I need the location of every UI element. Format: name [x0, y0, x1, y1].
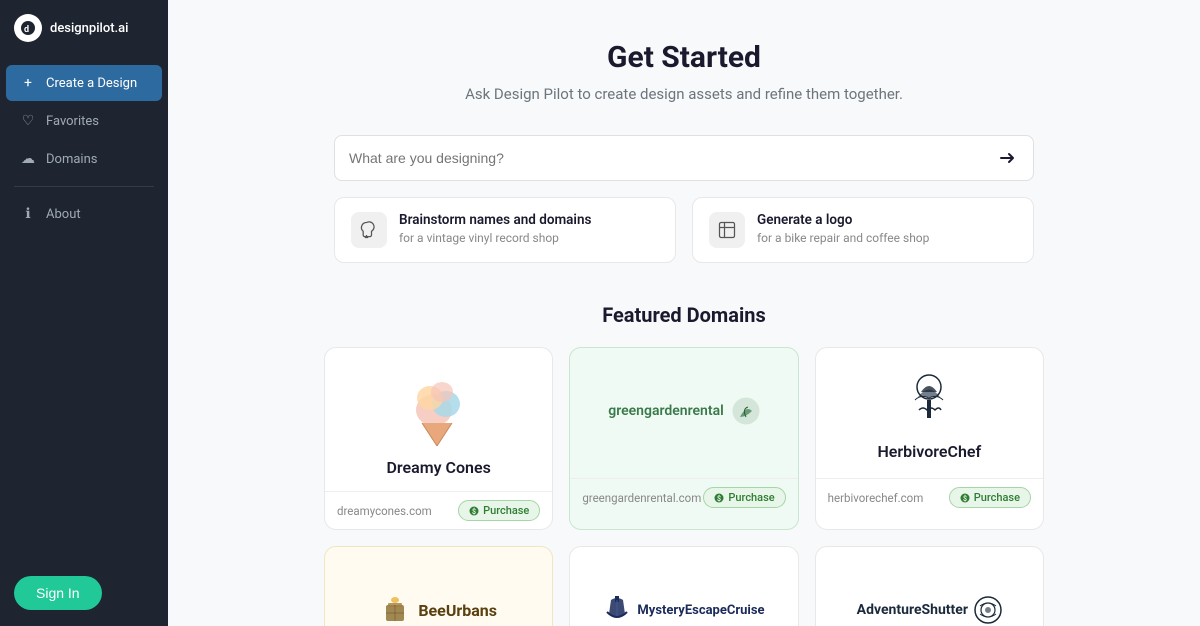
green-garden-url: greengardenrental.com: [582, 491, 701, 505]
heart-icon: ♡: [20, 113, 36, 129]
hero-subtitle: Ask Design Pilot to create design assets…: [228, 85, 1140, 103]
sidebar-divider: [14, 186, 154, 187]
sidebar-item-favorites[interactable]: ♡ Favorites: [6, 103, 162, 139]
info-icon: ℹ: [20, 206, 36, 222]
search-input[interactable]: [349, 150, 995, 166]
herbivore-chef-logo: [899, 372, 959, 432]
prompt-card-generate-logo[interactable]: Generate a logo for a bike repair and co…: [692, 197, 1034, 263]
sidebar-item-create-design[interactable]: + Create a Design: [6, 65, 162, 101]
domain-card-dreamy-cones[interactable]: Dreamy Cones dreamycones.com $ Purchase: [324, 347, 553, 530]
svg-text:$: $: [472, 508, 476, 516]
brainstorm-title: Brainstorm names and domains: [399, 212, 591, 228]
logo-icon-prompt: [709, 212, 745, 248]
green-garden-purchase[interactable]: $ Purchase: [703, 487, 785, 508]
sidebar: d designpilot.ai + Create a Design ♡ Fav…: [0, 0, 168, 626]
svg-text:$: $: [717, 495, 721, 503]
featured-domains-title: Featured Domains: [324, 303, 1044, 327]
svg-text:$: $: [963, 495, 967, 503]
mystery-cruise-logo: MysteryEscapeCruise: [603, 594, 764, 626]
dreamy-cones-footer: dreamycones.com $ Purchase: [325, 491, 552, 529]
sidebar-item-label: Create a Design: [46, 76, 137, 91]
adventure-shutter-body: AdventureShutter: [816, 547, 1043, 626]
herbivore-chef-footer: herbivorechef.com $ Purchase: [816, 478, 1043, 516]
sidebar-logo[interactable]: d designpilot.ai: [0, 0, 168, 56]
herbivore-chef-purchase[interactable]: $ Purchase: [949, 487, 1031, 508]
logo-text: designpilot.ai: [50, 21, 128, 36]
featured-domains-section: Featured Domains: [324, 303, 1044, 626]
herbivore-chef-body: HerbivoreChef: [816, 348, 1043, 478]
domain-grid: Dreamy Cones dreamycones.com $ Purchase …: [324, 347, 1044, 626]
search-submit-button[interactable]: [995, 146, 1019, 170]
domain-card-green-garden[interactable]: greengardenrental greengardenrental.com …: [569, 347, 798, 530]
domain-card-mystery-cruise[interactable]: MysteryEscapeCruise mysteryescapecruise.…: [569, 546, 798, 626]
bee-urbans-body: BeeUrbans: [325, 547, 552, 626]
mystery-cruise-body: MysteryEscapeCruise: [570, 547, 797, 626]
sign-in-button[interactable]: Sign In: [14, 576, 102, 610]
dreamy-cones-body: Dreamy Cones: [325, 348, 552, 491]
domain-card-herbivore-chef[interactable]: HerbivoreChef herbivorechef.com $ Purcha…: [815, 347, 1044, 530]
brainstorm-subtitle: for a vintage vinyl record shop: [399, 231, 591, 245]
bee-urbans-logo: BeeUrbans: [380, 595, 497, 625]
domain-card-adventure-shutter[interactable]: AdventureShutter adventureshutter: [815, 546, 1044, 626]
mystery-cruise-inline-name: MysteryEscapeCruise: [637, 603, 764, 618]
cloud-icon: ☁: [20, 151, 36, 167]
herbivore-chef-name: HerbivoreChef: [877, 442, 981, 461]
generate-logo-card-text: Generate a logo for a bike repair and co…: [757, 212, 929, 245]
sidebar-item-label: Favorites: [46, 114, 99, 129]
prompt-card-brainstorm[interactable]: Brainstorm names and domains for a vinta…: [334, 197, 676, 263]
generate-logo-subtitle: for a bike repair and coffee shop: [757, 231, 929, 245]
dreamy-cones-purchase[interactable]: $ Purchase: [458, 500, 540, 521]
main-content: Get Started Ask Design Pilot to create d…: [168, 0, 1200, 626]
brainstorm-icon: [351, 212, 387, 248]
sidebar-item-label: Domains: [46, 152, 97, 167]
green-garden-footer: greengardenrental.com $ Purchase: [570, 478, 797, 516]
green-garden-body: greengardenrental: [570, 348, 797, 478]
sidebar-item-about[interactable]: ℹ About: [6, 196, 162, 232]
prompt-cards: Brainstorm names and domains for a vinta…: [334, 197, 1034, 263]
sidebar-item-label: About: [46, 207, 81, 222]
domain-card-bee-urbans[interactable]: BeeUrbans beeurbans.com $ Purchase: [324, 546, 553, 626]
herbivore-chef-url: herbivorechef.com: [828, 491, 924, 505]
sidebar-item-domains[interactable]: ☁ Domains: [6, 141, 162, 177]
adventure-shutter-inline-name: AdventureShutter: [857, 602, 968, 618]
sidebar-nav: + Create a Design ♡ Favorites ☁ Domains …: [0, 56, 168, 560]
dreamy-cones-url: dreamycones.com: [337, 504, 432, 518]
bee-urbans-inline-name: BeeUrbans: [418, 601, 497, 620]
brainstorm-card-text: Brainstorm names and domains for a vinta…: [399, 212, 591, 245]
hero-section: Get Started Ask Design Pilot to create d…: [228, 40, 1140, 103]
plus-icon: +: [20, 75, 36, 91]
search-bar: [334, 135, 1034, 181]
dreamy-cones-name: Dreamy Cones: [386, 458, 490, 477]
svg-text:d: d: [24, 25, 29, 35]
dreamy-cones-logo: [404, 368, 474, 448]
green-garden-logo: greengardenrental: [608, 397, 760, 425]
green-garden-inline-name: greengardenrental: [608, 403, 724, 419]
page-title: Get Started: [228, 40, 1140, 75]
adventure-shutter-logo: AdventureShutter: [857, 596, 1002, 624]
sidebar-bottom: Sign In: [0, 560, 168, 626]
logo-icon: d: [14, 14, 42, 42]
generate-logo-title: Generate a logo: [757, 212, 929, 228]
